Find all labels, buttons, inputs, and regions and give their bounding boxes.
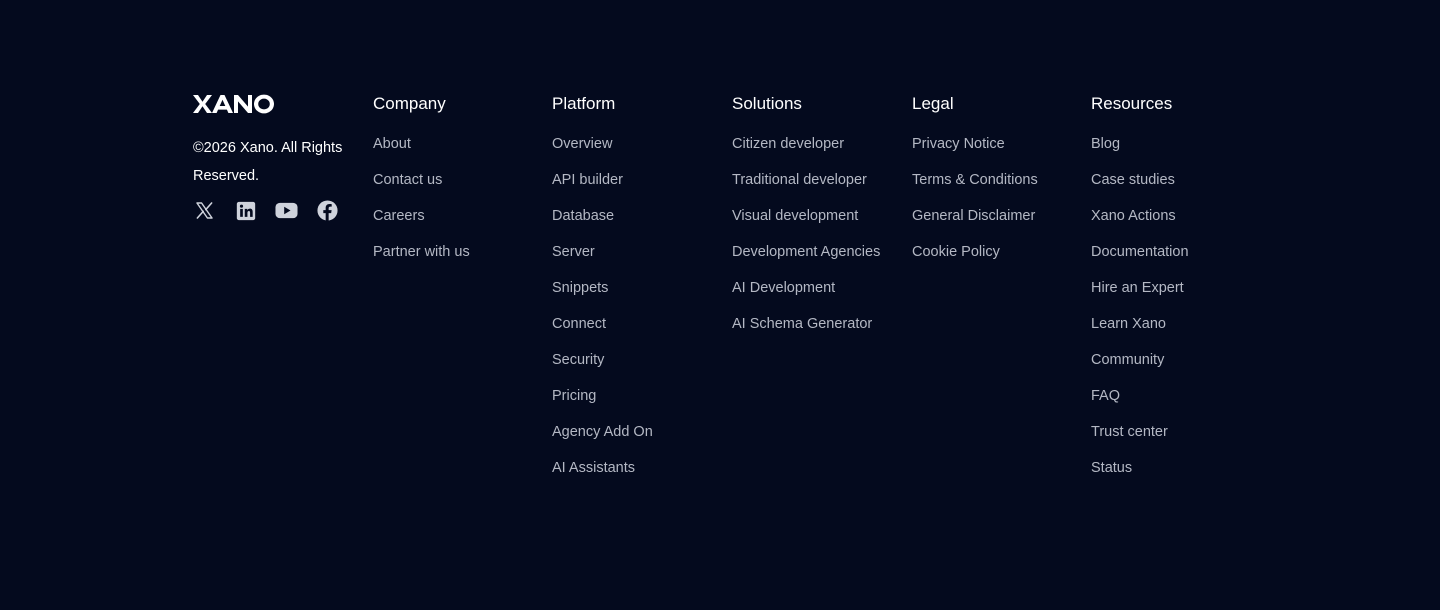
footer-link-ai-assistants[interactable]: AI Assistants [552,460,635,476]
footer-link-community[interactable]: Community [1091,352,1164,368]
footer-link-agency-add-on[interactable]: Agency Add On [552,424,653,440]
facebook-link[interactable] [316,199,339,222]
footer-link-status[interactable]: Status [1091,460,1132,476]
footer-link-snippets[interactable]: Snippets [552,280,608,296]
x-twitter-icon [196,202,213,219]
footer-column-company: Company About Contact us Careers Partner… [373,94,543,278]
footer-link-database[interactable]: Database [552,208,614,224]
column-heading-legal: Legal [912,94,954,113]
footer-link-development-agencies[interactable]: Development Agencies [732,244,880,260]
footer-column-solutions: Solutions Citizen developer Traditional … [732,94,902,350]
footer-link-about[interactable]: About [373,136,411,152]
footer-link-case-studies[interactable]: Case studies [1091,172,1175,188]
footer-link-terms-conditions[interactable]: Terms & Conditions [912,172,1038,188]
column-heading-company: Company [373,94,446,113]
footer-link-overview[interactable]: Overview [552,136,612,152]
footer-link-visual-development[interactable]: Visual development [732,208,858,224]
x-twitter-link[interactable] [193,199,216,222]
footer-link-traditional-developer[interactable]: Traditional developer [732,172,867,188]
footer-link-cookie-policy[interactable]: Cookie Policy [912,244,1000,260]
footer-brand: ©2026 Xano. All Rights Reserved. [193,94,358,222]
site-footer: ©2026 Xano. All Rights Reserved. Company… [0,0,1440,610]
footer-link-xano-actions[interactable]: Xano Actions [1091,208,1176,224]
footer-link-server[interactable]: Server [552,244,595,260]
facebook-icon [317,200,338,221]
footer-link-trust-center[interactable]: Trust center [1091,424,1168,440]
footer-link-ai-development[interactable]: AI Development [732,280,835,296]
footer-link-documentation[interactable]: Documentation [1091,244,1189,260]
footer-column-legal: Legal Privacy Notice Terms & Conditions … [912,94,1082,278]
footer-link-partner-with-us[interactable]: Partner with us [373,244,470,260]
footer-link-citizen-developer[interactable]: Citizen developer [732,136,844,152]
footer-column-platform: Platform Overview API builder Database S… [552,94,722,494]
column-heading-solutions: Solutions [732,94,802,113]
xano-logo[interactable] [193,94,275,114]
footer-link-privacy-notice[interactable]: Privacy Notice [912,136,1005,152]
footer-link-faq[interactable]: FAQ [1091,388,1120,404]
footer-link-connect[interactable]: Connect [552,316,606,332]
footer-link-api-builder[interactable]: API builder [552,172,623,188]
footer-link-security[interactable]: Security [552,352,604,368]
footer-link-blog[interactable]: Blog [1091,136,1120,152]
linkedin-link[interactable] [234,199,257,222]
footer-link-ai-schema-generator[interactable]: AI Schema Generator [732,316,872,332]
footer-link-careers[interactable]: Careers [373,208,425,224]
social-links [193,199,358,222]
footer-link-pricing[interactable]: Pricing [552,388,596,404]
column-heading-resources: Resources [1091,94,1173,113]
column-heading-platform: Platform [552,94,616,113]
copyright-text: ©2026 Xano. All Rights Reserved. [193,140,343,184]
linkedin-icon [236,201,255,220]
footer-link-hire-an-expert[interactable]: Hire an Expert [1091,280,1184,296]
youtube-icon [275,202,298,219]
footer-link-contact-us[interactable]: Contact us [373,172,442,188]
footer-column-resources: Resources Blog Case studies Xano Actions… [1091,94,1261,494]
footer-link-learn-xano[interactable]: Learn Xano [1091,316,1166,332]
youtube-link[interactable] [275,199,298,222]
footer-link-general-disclaimer[interactable]: General Disclaimer [912,208,1035,224]
